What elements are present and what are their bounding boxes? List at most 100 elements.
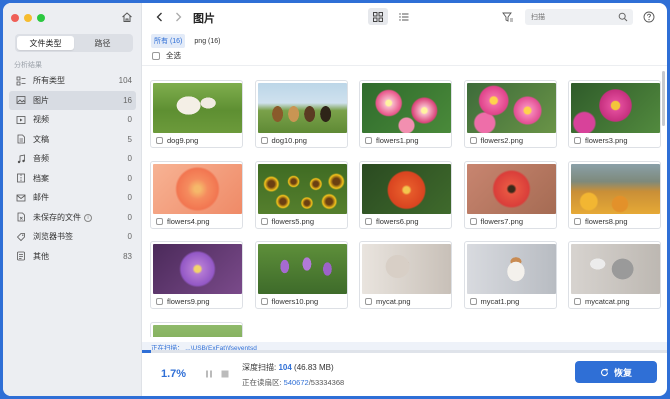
file-caption: flowers2.png [469,136,523,145]
file-tile[interactable]: flowers8.png [568,160,661,229]
file-tile[interactable]: mycat.png [359,241,452,309]
file-tile[interactable]: dog10.png [254,80,348,148]
sidebar-item-archives[interactable]: 档案 0 [9,169,136,189]
tab-file-type[interactable]: 文件类型 [17,36,74,50]
file-checkbox[interactable] [365,137,372,144]
file-tile[interactable]: flowers1.png [359,80,452,148]
sidebar-item-count: 0 [127,212,132,222]
file-tile[interactable]: flowers3.png [568,80,661,148]
window-controls [11,14,45,22]
pause-icon[interactable] [205,370,213,378]
file-tile[interactable] [150,321,243,337]
sidebar-item-unsaved[interactable]: 未保存的文件 i 0 [9,208,136,228]
tab-path[interactable]: 路径 [74,36,131,50]
scrollbar[interactable] [662,71,665,126]
sidebar-item-audio[interactable]: 音频 0 [9,149,136,169]
file-checkbox[interactable] [260,217,268,225]
file-tile[interactable]: flowers9.png [150,241,243,309]
sidebar-item-count: 83 [123,251,132,261]
file-tile[interactable]: flowers2.png [463,80,557,148]
sidebar-item-count: 0 [127,173,132,183]
file-thumbnail [153,83,242,133]
file-checkbox[interactable] [469,298,477,305]
sidebar-item-bookmarks[interactable]: 浏览器书签 0 [9,227,136,247]
bookmark-icon [16,232,26,242]
document-icon [16,134,26,144]
file-tile[interactable]: flowers5.png [254,160,348,229]
recover-label: 恢复 [613,367,632,378]
file-checkbox[interactable] [469,217,477,225]
music-icon [16,154,26,164]
minimize-window-button[interactable] [24,14,32,22]
file-checkbox[interactable] [156,217,163,225]
file-caption: flowers1.png [365,136,419,145]
search-icon [618,12,628,22]
chip-all[interactable]: 所有 (16) [151,34,186,48]
sidebar-item-label: 未保存的文件 i [33,212,128,223]
file-checkbox[interactable] [156,137,163,144]
sector-progress: 正在读扇区: 540672/53334368 [242,378,345,387]
select-all-checkbox[interactable] [152,51,160,60]
sidebar-item-video[interactable]: 视频 0 [9,110,136,130]
stop-icon[interactable] [221,370,229,378]
file-name: flowers4.png [167,216,210,226]
info-icon[interactable]: i [84,213,92,222]
grid-view-button[interactable] [368,8,388,25]
file-thumbnail [153,324,242,337]
file-checkbox[interactable] [365,217,372,225]
file-thumbnail [362,163,451,214]
list-view-button[interactable] [395,8,412,25]
recover-button[interactable]: 恢复 [575,361,657,383]
search-input[interactable] [525,9,633,25]
file-tile[interactable]: flowers10.png [254,241,348,309]
sidebar-item-images[interactable]: 图片 16 [9,90,136,110]
file-checkbox[interactable] [260,137,268,144]
file-checkbox[interactable] [260,298,268,305]
file-tile[interactable]: mycatcat.png [568,241,661,309]
file-checkbox[interactable] [574,217,581,225]
file-checkbox[interactable] [156,298,163,305]
file-thumbnail [571,83,660,133]
zoom-window-button[interactable] [37,14,45,22]
file-thumbnail [362,244,451,294]
refresh-icon [600,368,609,376]
sidebar: 文件类型 路径 分析结果 所有类型 104 图片 16 视频 0 文稿 5 音频… [3,3,142,396]
sidebar-item-all-types[interactable]: 所有类型 104 [9,71,136,91]
close-window-button[interactable] [11,14,19,22]
forward-arrow-icon[interactable] [172,11,184,23]
file-checkbox[interactable] [469,137,477,144]
file-name: mycatcat.png [585,297,630,306]
home-icon[interactable] [121,11,133,23]
file-name: mycat.png [376,297,411,306]
sidebar-item-mail[interactable]: 邮件 0 [9,188,136,208]
file-checkbox[interactable] [574,137,581,144]
file-thumbnail [257,163,347,214]
file-tile[interactable]: flowers6.png [359,160,452,229]
file-thumbnail [466,244,556,294]
sidebar-item-count: 0 [127,232,132,242]
file-tile[interactable]: flowers4.png [150,160,243,229]
file-checkbox[interactable] [365,298,372,305]
sidebar-item-documents[interactable]: 文稿 5 [9,130,136,150]
status-bar: 1.7% 深度扫描: 104 (46.83 MB) 正在读扇区: 540672/… [142,353,667,396]
file-caption: flowers10.png [260,297,318,306]
file-tile[interactable]: flowers7.png [463,160,557,229]
file-thumbnail [466,163,556,214]
file-checkbox[interactable] [574,298,581,305]
sidebar-item-count: 0 [127,193,132,203]
back-arrow-icon[interactable] [154,11,166,23]
sidebar-item-label: 浏览器书签 [33,232,73,242]
file-tile[interactable]: mycat1.png [463,241,557,309]
file-thumbnail [153,163,242,214]
sidebar-item-count: 104 [118,76,132,86]
archive-icon [16,173,26,183]
sidebar-item-other[interactable]: 其他 83 [9,247,136,267]
file-name: flowers3.png [585,136,628,145]
file-grid: dog9.png dog10.png flowers1.png flowers2.pn… [142,65,667,337]
help-icon[interactable] [643,11,655,23]
select-all[interactable]: 全选 [152,50,181,61]
file-tile[interactable]: dog9.png [150,80,243,148]
file-thumbnail [257,244,347,294]
chip-png[interactable]: png (16) [191,36,223,47]
filter-icon[interactable] [502,11,514,23]
